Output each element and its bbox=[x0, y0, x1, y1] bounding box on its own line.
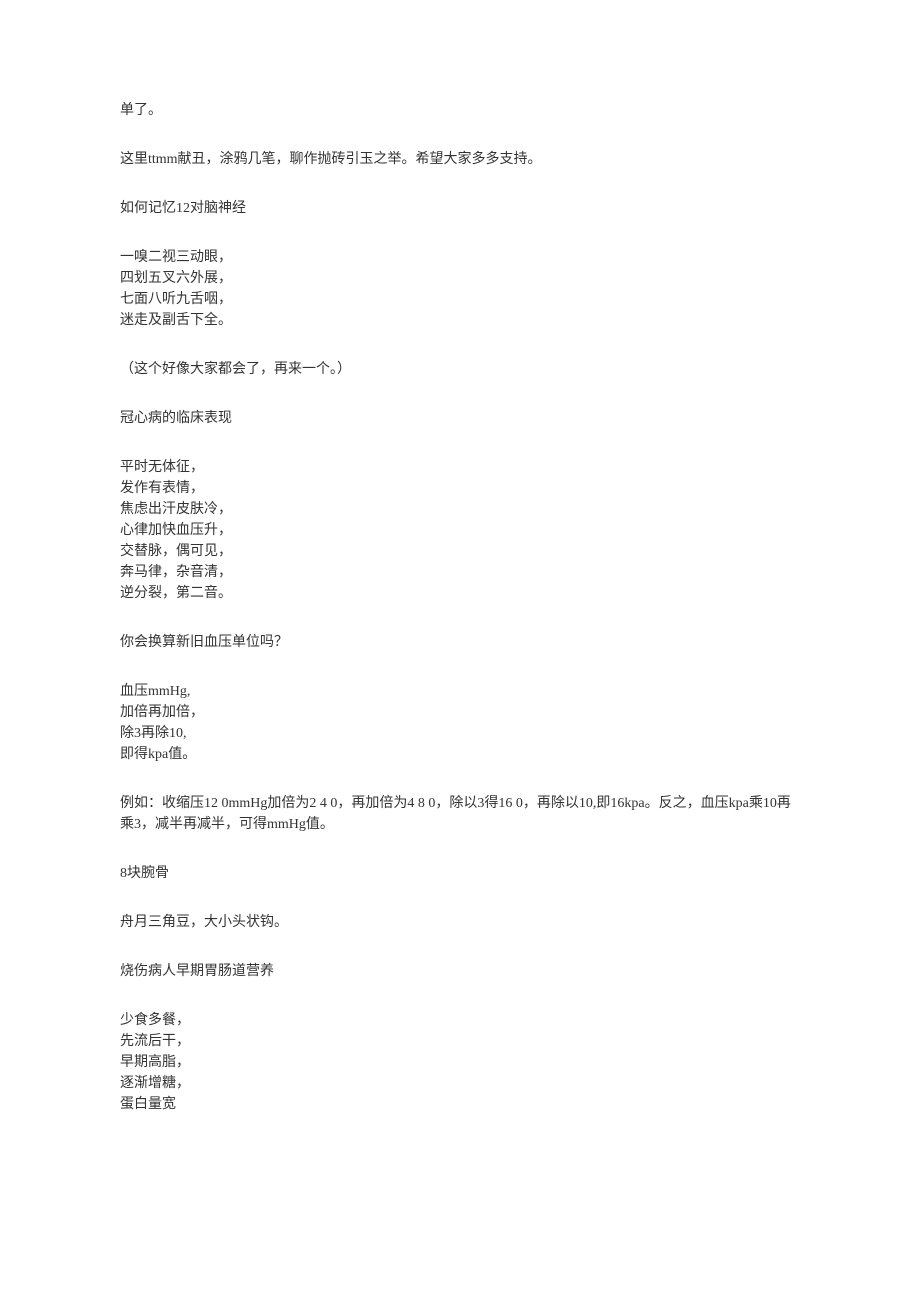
text-line: 8块腕骨 bbox=[120, 863, 800, 884]
text-line: 单了。 bbox=[120, 100, 800, 121]
text-line: 发作有表情， bbox=[120, 478, 800, 499]
text-line: 舟月三角豆，大小头状钩。 bbox=[120, 912, 800, 933]
paragraph: （这个好像大家都会了，再来一个。） bbox=[120, 359, 800, 380]
paragraph: 少食多餐，先流后干，早期高脂，逐渐增糖，蛋白量宽 bbox=[120, 1010, 800, 1115]
text-line: 先流后干， bbox=[120, 1031, 800, 1052]
text-line: 焦虑出汗皮肤冷， bbox=[120, 499, 800, 520]
paragraph: 这里ttmm献丑，涂鸦几笔，聊作抛砖引玉之举。希望大家多多支持。 bbox=[120, 149, 800, 170]
paragraph: 你会换算新旧血压单位吗？ bbox=[120, 632, 800, 653]
text-line: 加倍再加倍， bbox=[120, 702, 800, 723]
document-page: 单了。这里ttmm献丑，涂鸦几笔，聊作抛砖引玉之举。希望大家多多支持。如何记忆1… bbox=[0, 0, 920, 1203]
text-line: 一嗅二视三动眼， bbox=[120, 247, 800, 268]
text-line: 迷走及副舌下全。 bbox=[120, 310, 800, 331]
text-line: 这里ttmm献丑，涂鸦几笔，聊作抛砖引玉之举。希望大家多多支持。 bbox=[120, 149, 800, 170]
text-line: 交替脉，偶可见， bbox=[120, 541, 800, 562]
text-line: 逆分裂，第二音。 bbox=[120, 583, 800, 604]
paragraph: 一嗅二视三动眼，四划五叉六外展，七面八听九舌咽，迷走及副舌下全。 bbox=[120, 247, 800, 331]
text-line: 即得kpa值。 bbox=[120, 744, 800, 765]
paragraph: 血压mmHg,加倍再加倍，除3再除10,即得kpa值。 bbox=[120, 681, 800, 765]
text-line: 平时无体征， bbox=[120, 457, 800, 478]
text-line: 少食多餐， bbox=[120, 1010, 800, 1031]
text-line: 除3再除10, bbox=[120, 723, 800, 744]
text-line: 冠心病的临床表现 bbox=[120, 408, 800, 429]
paragraph: 冠心病的临床表现 bbox=[120, 408, 800, 429]
text-line: 血压mmHg, bbox=[120, 681, 800, 702]
text-line: 心律加快血压升， bbox=[120, 520, 800, 541]
paragraph: 平时无体征，发作有表情，焦虑出汗皮肤冷，心律加快血压升，交替脉，偶可见，奔马律，… bbox=[120, 457, 800, 604]
text-line: 你会换算新旧血压单位吗？ bbox=[120, 632, 800, 653]
paragraph: 如何记忆12对脑神经 bbox=[120, 198, 800, 219]
text-line: 烧伤病人早期胃肠道营养 bbox=[120, 961, 800, 982]
paragraph: 例如：收缩压12 0mmHg加倍为2 4 0，再加倍为4 8 0，除以3得16 … bbox=[120, 793, 800, 835]
text-line: 逐渐增糖， bbox=[120, 1073, 800, 1094]
paragraph: 舟月三角豆，大小头状钩。 bbox=[120, 912, 800, 933]
text-line: 四划五叉六外展， bbox=[120, 268, 800, 289]
text-line: 蛋白量宽 bbox=[120, 1094, 800, 1115]
paragraph: 8块腕骨 bbox=[120, 863, 800, 884]
text-line: （这个好像大家都会了，再来一个。） bbox=[120, 359, 800, 380]
text-line: 奔马律，杂音清， bbox=[120, 562, 800, 583]
text-line: 例如：收缩压12 0mmHg加倍为2 4 0，再加倍为4 8 0，除以3得16 … bbox=[120, 793, 800, 835]
paragraph: 烧伤病人早期胃肠道营养 bbox=[120, 961, 800, 982]
text-line: 早期高脂， bbox=[120, 1052, 800, 1073]
text-line: 七面八听九舌咽， bbox=[120, 289, 800, 310]
text-line: 如何记忆12对脑神经 bbox=[120, 198, 800, 219]
document-content: 单了。这里ttmm献丑，涂鸦几笔，聊作抛砖引玉之举。希望大家多多支持。如何记忆1… bbox=[120, 100, 800, 1115]
paragraph: 单了。 bbox=[120, 100, 800, 121]
